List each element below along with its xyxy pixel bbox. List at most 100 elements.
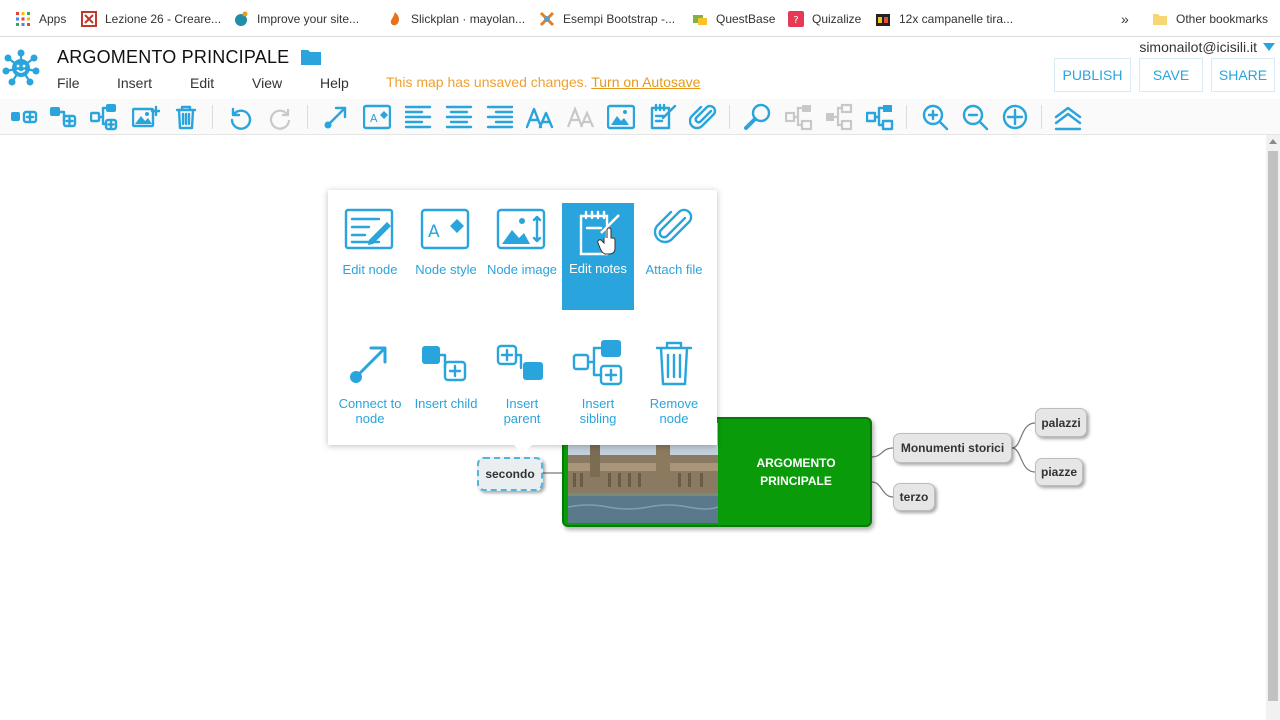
popup-attach-file[interactable]: Attach file <box>638 204 710 310</box>
node-image-icon[interactable] <box>606 102 636 132</box>
bookmarks-bar: Apps Lezione 26 - Creare... Improve your… <box>0 0 1280 37</box>
menu-help[interactable]: Help <box>320 75 349 91</box>
bookmark-label: 12x campanelle tira... <box>899 11 1014 26</box>
undo-icon[interactable] <box>225 102 255 132</box>
add-child-icon[interactable] <box>9 102 39 132</box>
connect-icon <box>350 346 387 383</box>
popup-insert-parent[interactable]: Insert parent <box>486 338 558 426</box>
toolbar-separator <box>1041 105 1042 129</box>
svg-text:A: A <box>428 222 440 242</box>
popup-remove-node[interactable]: Remove node <box>638 338 710 426</box>
align-left-icon[interactable] <box>403 102 433 132</box>
map-title[interactable]: ARGOMENTO PRINCIPALE <box>57 47 289 68</box>
attach-icon[interactable] <box>688 102 718 132</box>
popup-insert-sibling[interactable]: Insert sibling <box>562 338 634 426</box>
search-icon[interactable] <box>743 102 773 132</box>
add-node-icon[interactable] <box>48 102 78 132</box>
popup-insert-child[interactable]: Insert child <box>410 338 482 411</box>
bookmark-label: QuestBase <box>716 11 776 26</box>
font-size-up-icon[interactable] <box>525 102 555 132</box>
autosave-link[interactable]: Turn on Autosave <box>591 74 700 90</box>
menu-file[interactable]: File <box>57 75 80 91</box>
bookmark-improve[interactable]: Improve your site... <box>233 0 359 37</box>
mindmap-logo-icon[interactable] <box>2 49 40 87</box>
bookmarks-overflow-button[interactable]: » <box>1121 0 1129 37</box>
bookmark-favicon-icon <box>81 10 97 27</box>
bookmark-label: Other bookmarks <box>1176 11 1269 26</box>
menu-edit[interactable]: Edit <box>190 75 214 91</box>
popup-item-label: Connect to node <box>338 396 402 426</box>
popup-item-label: Insert parent <box>503 396 541 426</box>
node-secondo[interactable]: secondo <box>477 457 543 491</box>
toolbar-separator <box>729 105 730 129</box>
central-node-label: ARGOMENTO PRINCIPALE <box>726 419 866 525</box>
toolbar-separator <box>307 105 308 129</box>
delete-icon[interactable] <box>171 102 201 132</box>
unsaved-text: This map has unsaved changes. <box>386 74 588 90</box>
svg-text:?: ? <box>793 15 798 26</box>
toolbar-separator <box>906 105 907 129</box>
align-center-icon[interactable] <box>444 102 474 132</box>
node-terzo[interactable]: terzo <box>893 483 935 511</box>
save-button[interactable]: SAVE <box>1139 58 1203 92</box>
bookmark-label: Lezione 26 - Creare... <box>105 11 222 26</box>
popup-item-label: Attach file <box>645 262 703 277</box>
center-icon[interactable] <box>1000 102 1030 132</box>
menu-view[interactable]: View <box>252 75 282 91</box>
node-image-icon <box>496 208 546 250</box>
node-piazze[interactable]: piazze <box>1035 458 1083 486</box>
node-palazzi[interactable]: palazzi <box>1035 408 1087 437</box>
popup-item-label: Edit notes <box>569 261 627 276</box>
bookmark-apps[interactable]: Apps <box>15 0 66 37</box>
redo-icon[interactable] <box>266 102 296 132</box>
bookmark-label: Improve your site... <box>257 11 360 26</box>
node-context-popup: Edit node A Node style Node image Edit n… <box>328 190 717 454</box>
add-image-icon[interactable] <box>131 102 161 132</box>
vertical-scrollbar[interactable] <box>1266 135 1280 720</box>
zoom-out-icon[interactable] <box>960 102 990 132</box>
scrollbar-thumb[interactable] <box>1268 151 1278 701</box>
popup-pointer <box>513 444 533 454</box>
bookmark-campanelle[interactable]: 12x campanelle tira... <box>875 0 1013 37</box>
font-size-down-icon[interactable] <box>566 102 596 132</box>
remove-node-icon <box>655 341 693 386</box>
expand-icon[interactable] <box>824 102 854 132</box>
align-right-icon[interactable] <box>485 102 515 132</box>
popup-edit-notes[interactable]: Edit notes <box>562 203 634 310</box>
popup-connect-to-node[interactable]: Connect to node <box>334 338 406 426</box>
bookmark-lezione[interactable]: Lezione 26 - Creare... <box>81 0 221 37</box>
bookmark-bootstrap[interactable]: Esempi Bootstrap -... <box>539 0 675 37</box>
bookmark-other[interactable]: Other bookmarks <box>1152 0 1268 37</box>
unsaved-changes-notice: This map has unsaved changes. Turn on Au… <box>386 74 700 90</box>
bookmark-slickplan[interactable]: Slickplan · mayolan... <box>387 0 525 37</box>
popup-item-label: Node style <box>415 262 477 277</box>
popup-edit-node[interactable]: Edit node <box>334 204 406 310</box>
bookmark-favicon-icon <box>692 11 708 27</box>
collapse-all-icon[interactable] <box>1053 102 1083 132</box>
popup-node-style[interactable]: A Node style <box>410 204 482 310</box>
bookmark-favicon-icon <box>539 11 555 27</box>
bookmark-questbase[interactable]: QuestBase <box>692 0 775 37</box>
scroll-up-arrow-icon[interactable] <box>1269 139 1277 144</box>
zoom-in-icon[interactable] <box>920 102 950 132</box>
layout-icon[interactable] <box>865 102 895 132</box>
popup-node-image[interactable]: Node image <box>486 204 558 310</box>
connect-icon[interactable] <box>321 102 351 132</box>
node-style-icon: A <box>420 208 470 250</box>
bookmark-favicon-icon <box>387 11 403 27</box>
collapse-icon[interactable] <box>784 102 814 132</box>
folder-icon <box>1152 11 1168 27</box>
node-style-icon[interactable]: A <box>362 102 392 132</box>
bookmark-quizalize[interactable]: ? Quizalize <box>788 0 861 37</box>
node-monumenti-storici[interactable]: Monumenti storici <box>893 433 1012 463</box>
user-account[interactable]: simonailot@icisili.it <box>1139 39 1257 55</box>
notes-icon[interactable] <box>648 102 678 132</box>
add-sibling-icon[interactable] <box>89 102 119 132</box>
publish-button[interactable]: PUBLISH <box>1054 58 1131 92</box>
share-button[interactable]: SHARE <box>1211 58 1275 92</box>
folder-icon[interactable] <box>301 49 321 65</box>
menu-insert[interactable]: Insert <box>117 75 152 91</box>
popup-item-label: Remove node <box>649 396 699 426</box>
caret-down-icon[interactable] <box>1263 43 1275 51</box>
apps-grid-icon <box>15 11 31 27</box>
